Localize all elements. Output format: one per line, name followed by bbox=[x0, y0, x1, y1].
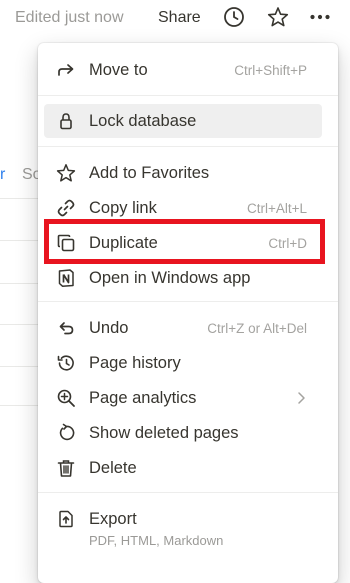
menu-item-label: Lock database bbox=[89, 112, 197, 130]
menu-item-shortcut: Ctrl+Shift+P bbox=[234, 63, 307, 78]
menu-item-sublabel: PDF, HTML, Markdown bbox=[89, 533, 224, 548]
menu-item-page-history[interactable]: Page history bbox=[38, 346, 338, 380]
menu-item-shortcut: Ctrl+D bbox=[268, 236, 307, 251]
menu-item-label: Add to Favorites bbox=[89, 164, 210, 182]
menu-item-duplicate[interactable]: Duplicate Ctrl+D bbox=[38, 226, 338, 260]
edited-status: Edited just now bbox=[15, 9, 124, 26]
export-icon bbox=[56, 509, 76, 529]
menu-item-undo[interactable]: Undo Ctrl+Z or Alt+Del bbox=[38, 311, 338, 345]
menu-item-shortcut: Ctrl+Alt+L bbox=[246, 201, 307, 216]
menu-item-label: Show deleted pages bbox=[89, 424, 239, 442]
undo-icon bbox=[56, 318, 76, 338]
background-divider bbox=[0, 366, 38, 367]
menu-item-move-to[interactable]: Move to Ctrl+Shift+P bbox=[38, 53, 338, 87]
menu-item-show-deleted-pages[interactable]: Show deleted pages bbox=[38, 416, 338, 450]
menu-item-open-in-windows-app[interactable]: Open in Windows app bbox=[38, 261, 338, 295]
menu-divider bbox=[38, 301, 338, 302]
menu-item-label: Page analytics bbox=[89, 389, 197, 407]
menu-divider bbox=[38, 95, 338, 96]
star-icon bbox=[56, 163, 76, 183]
notion-app-icon bbox=[56, 268, 76, 288]
background-link-fragment: r bbox=[0, 166, 6, 183]
chevron-right-icon bbox=[294, 389, 308, 407]
menu-item-label: Undo bbox=[89, 319, 129, 337]
more-icon[interactable] bbox=[309, 6, 331, 28]
menu-item-label: Copy link bbox=[89, 199, 157, 217]
menu-item-label: Move to bbox=[89, 61, 148, 79]
trash-icon bbox=[56, 458, 76, 478]
background-divider bbox=[0, 240, 38, 241]
menu-item-label: Export bbox=[89, 510, 137, 528]
menu-item-page-analytics[interactable]: Page analytics bbox=[38, 381, 338, 415]
menu-item-label: Duplicate bbox=[89, 234, 158, 252]
background-divider bbox=[0, 283, 38, 284]
lock-icon bbox=[56, 111, 76, 131]
menu-item-shortcut: Ctrl+Z or Alt+Del bbox=[207, 321, 307, 336]
background-divider bbox=[0, 324, 38, 325]
background-divider bbox=[0, 198, 38, 199]
restore-icon bbox=[56, 423, 76, 443]
menu-item-add-to-favorites[interactable]: Add to Favorites bbox=[38, 156, 338, 190]
menu-item-delete[interactable]: Delete bbox=[38, 451, 338, 485]
duplicate-icon bbox=[56, 233, 76, 253]
star-icon[interactable] bbox=[267, 6, 289, 28]
menu-item-export[interactable]: Export PDF, HTML, Markdown bbox=[38, 502, 338, 554]
top-bar: Edited just now Share bbox=[0, 0, 350, 36]
page-options-menu: Move to Ctrl+Shift+P Lock database Add t… bbox=[38, 43, 338, 583]
move-arrow-icon bbox=[56, 60, 76, 80]
menu-divider bbox=[38, 146, 338, 147]
analytics-icon bbox=[56, 388, 76, 408]
menu-item-lock-database[interactable]: Lock database bbox=[38, 104, 338, 138]
menu-divider bbox=[38, 492, 338, 493]
background-divider bbox=[0, 405, 38, 406]
link-icon bbox=[56, 198, 76, 218]
menu-item-label: Page history bbox=[89, 354, 181, 372]
menu-item-copy-link[interactable]: Copy link Ctrl+Alt+L bbox=[38, 191, 338, 225]
menu-item-label: Delete bbox=[89, 459, 137, 477]
menu-item-label: Open in Windows app bbox=[89, 269, 251, 287]
clock-icon[interactable] bbox=[223, 6, 245, 28]
share-button[interactable]: Share bbox=[158, 9, 201, 27]
history-icon bbox=[56, 353, 76, 373]
